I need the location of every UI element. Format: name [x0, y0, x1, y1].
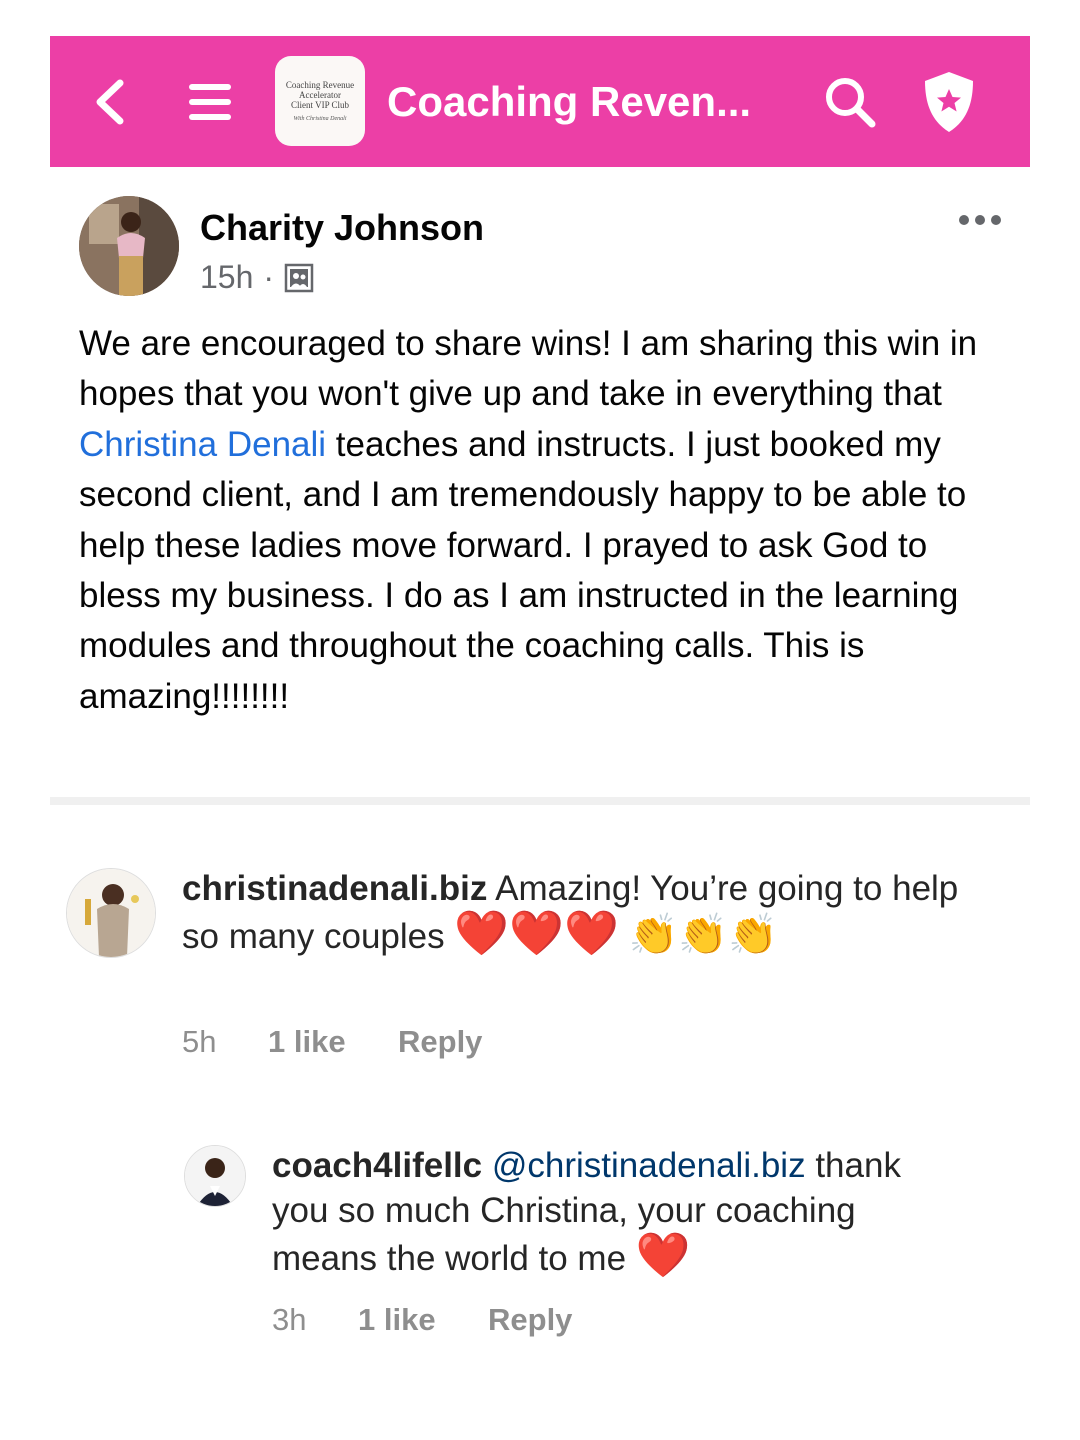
group-logo[interactable]: Coaching Revenue Accelerator Client VIP …: [275, 56, 365, 146]
post-meta: 15h ·: [200, 259, 314, 296]
post-more-button[interactable]: [955, 205, 1005, 235]
commenter-photo: [67, 869, 155, 957]
commenter-avatar[interactable]: [66, 868, 156, 958]
comment-time: 5h: [182, 1024, 217, 1059]
comment-reply-button[interactable]: Reply: [398, 1024, 482, 1060]
meta-separator: ·: [263, 259, 275, 295]
reply-actions: 3h 1 like Reply: [272, 1302, 572, 1338]
author-photo: [79, 196, 179, 296]
group-photo-icon: [284, 263, 314, 292]
logo-text-line4: With Christina Denali: [293, 116, 347, 122]
comment-likes[interactable]: 1 like: [268, 1024, 398, 1060]
reply-likes[interactable]: 1 like: [358, 1302, 488, 1338]
post-mention-link[interactable]: Christina Denali: [79, 425, 326, 464]
reply-username[interactable]: coach4lifellc: [272, 1146, 482, 1185]
reply-time: 3h: [272, 1302, 307, 1337]
author-avatar[interactable]: [79, 196, 179, 296]
search-button[interactable]: [820, 72, 880, 132]
group-title[interactable]: Coaching Reven...: [387, 72, 751, 132]
comment-text: christinadenali.biz Amazing! You’re goin…: [182, 866, 972, 959]
post-author-name[interactable]: Charity Johnson: [200, 207, 484, 249]
back-button[interactable]: [80, 72, 140, 132]
post-body-text-1: We are encouraged to share wins! I am sh…: [79, 324, 978, 414]
shield-star-icon: [925, 72, 973, 132]
admin-shield-button[interactable]: [918, 69, 980, 135]
clapping-hands-emoji-icon: 👏👏👏: [628, 912, 778, 958]
section-divider: [50, 797, 1030, 805]
reply-mention-link[interactable]: @christinadenali.biz: [492, 1146, 806, 1185]
comment-actions: 5h 1 like Reply: [182, 1024, 482, 1060]
logo-text-line2: Accelerator: [299, 90, 341, 100]
group-header-bar: Coaching Revenue Accelerator Client VIP …: [50, 36, 1030, 167]
logo-text-line1: Coaching Revenue: [285, 80, 355, 90]
reply-text: coach4lifellc @christinadenali.biz thank…: [272, 1143, 952, 1281]
post-body: We are encouraged to share wins! I am sh…: [79, 319, 979, 722]
heart-emoji-icon: ❤️❤️❤️: [454, 908, 619, 959]
heart-emoji-icon: ❤️: [635, 1230, 691, 1281]
chevron-left-icon: [96, 79, 124, 125]
reply-reply-button[interactable]: Reply: [488, 1302, 572, 1338]
replier-avatar[interactable]: [184, 1145, 246, 1207]
menu-icon: [189, 84, 231, 120]
post-body-text-2: teaches and instructs. I just booked my …: [79, 424, 967, 716]
post-time[interactable]: 15h: [200, 259, 253, 296]
search-icon: [826, 78, 876, 128]
more-horizontal-icon: [959, 215, 1001, 225]
replier-photo: [185, 1146, 245, 1206]
menu-button[interactable]: [180, 72, 240, 132]
logo-text-line3: Client VIP Club: [290, 100, 349, 110]
comment-username[interactable]: christinadenali.biz: [182, 869, 487, 908]
